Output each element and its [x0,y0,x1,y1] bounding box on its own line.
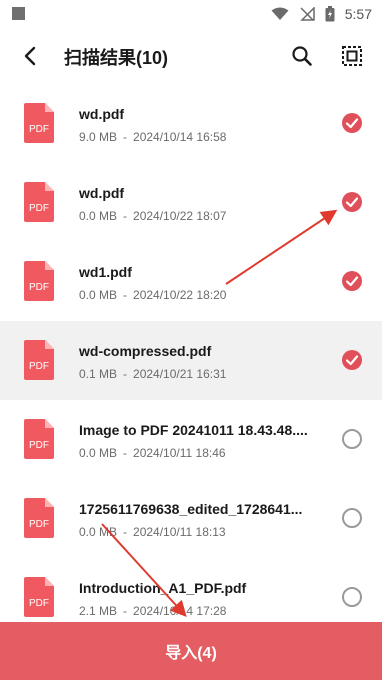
meta-separator: - [123,604,128,618]
battery-charging-icon [325,6,335,22]
pdf-icon-label: PDF [29,124,49,135]
file-meta: 0.1 MB -2024/10/21 16:31 [79,367,226,381]
search-icon [292,46,312,66]
meta-separator: - [123,525,128,539]
checkbox-unchecked[interactable] [342,429,362,449]
page-title: 扫描结果(10) [64,48,169,68]
file-date: 2024/10/21 16:31 [133,367,227,381]
file-meta: 9.0 MB -2024/10/14 16:58 [79,130,226,144]
file-date: 2024/10/11 18:46 [133,446,226,460]
import-button-label: 导入(4) [165,645,217,662]
file-meta: 0.0 MB -2024/10/22 18:20 [79,288,226,302]
file-list[interactable]: PDF wd.pdf 9.0 MB -2024/10/14 16:58 PDF wd.pd… [0,84,382,622]
notification-icon [12,7,25,20]
pdf-file-icon: PDF [24,182,54,222]
pdf-file-icon: PDF [24,577,54,617]
file-size: 0.0 MB [79,209,118,223]
status-time: 5:57 [344,6,372,22]
file-date: 2024/10/14 16:58 [133,130,227,144]
file-row[interactable]: PDF Introduction_A1_PDF.pdf 2.1 MB -2024/10… [0,558,382,622]
meta-separator: - [123,130,128,144]
file-size: 9.0 MB [79,130,118,144]
file-name: Image to PDF 20241011 18.43.48.... [79,422,308,438]
file-size: 2.1 MB [79,604,118,618]
top-app-bar: 扫描结果(10) [0,28,382,84]
no-signal-icon [299,7,315,21]
file-name: Introduction_A1_PDF.pdf [79,580,247,596]
meta-separator: - [123,209,128,223]
file-size: 0.0 MB [79,525,118,539]
file-name: 1725611769638_edited_1728641... [79,501,303,517]
file-size: 0.0 MB [79,288,118,302]
file-meta: 0.0 MB -2024/10/11 18:13 [79,525,226,539]
file-name: wd.pdf [79,106,125,122]
pdf-icon-label: PDF [29,361,49,372]
search-button[interactable] [286,40,318,72]
checkbox-checked[interactable] [342,350,362,370]
status-icons: 5:57 [271,4,372,24]
file-meta: 0.0 MB -2024/10/11 18:46 [79,446,226,460]
import-button[interactable]: 导入(4) [0,622,382,680]
pdf-file-icon: PDF [24,419,54,459]
file-row[interactable]: PDF Image to PDF 20241011 18.43.48.... 0.0… [0,400,382,479]
pdf-icon-label: PDF [29,203,49,214]
checkmark-icon [345,197,359,208]
pdf-icon-label: PDF [29,440,49,451]
checkbox-unchecked[interactable] [342,508,362,528]
pdf-icon-label: PDF [29,282,49,293]
file-date: 2024/10/11 18:13 [133,525,226,539]
meta-separator: - [123,288,128,302]
pdf-file-icon: PDF [24,498,54,538]
back-arrow-icon [24,46,36,66]
file-row[interactable]: PDF 1725611769638_edited_1728641... 0.0 MB… [0,479,382,558]
file-name: wd.pdf [79,185,125,201]
status-bar: 5:57 [0,0,382,28]
pdf-icon-label: PDF [29,519,49,530]
file-date: 2024/10/22 18:20 [133,288,227,302]
pdf-file-icon: PDF [24,261,54,301]
file-name: wd1.pdf [79,264,132,280]
checkbox-checked[interactable] [342,192,362,212]
file-date: 2024/10/22 18:07 [133,209,227,223]
wifi-icon [271,7,289,20]
meta-separator: - [123,367,128,381]
file-meta: 0.0 MB -2024/10/22 18:07 [79,209,226,223]
file-row[interactable]: PDF wd.pdf 0.0 MB -2024/10/22 18:07 [0,163,382,242]
file-meta: 2.1 MB -2024/10/14 17:28 [79,604,226,618]
checkmark-icon [345,355,359,366]
file-size: 0.0 MB [79,446,118,460]
checkmark-icon [345,276,359,287]
file-size: 0.1 MB [79,367,118,381]
pdf-icon-label: PDF [29,598,49,609]
file-row[interactable]: PDF wd.pdf 9.0 MB -2024/10/14 16:58 [0,84,382,163]
file-row[interactable]: PDF wd-compressed.pdf 0.1 MB -2024/10/21 16… [0,321,382,400]
meta-separator: - [123,446,128,460]
select-all-button[interactable] [336,40,368,72]
file-name: wd-compressed.pdf [79,343,212,359]
select-all-icon [342,46,362,66]
checkbox-checked[interactable] [342,271,362,291]
file-row[interactable]: PDF wd1.pdf 0.0 MB -2024/10/22 18:20 [0,242,382,321]
pdf-file-icon: PDF [24,340,54,380]
file-date: 2024/10/14 17:28 [133,604,227,618]
pdf-file-icon: PDF [24,103,54,143]
checkbox-checked[interactable] [342,113,362,133]
checkbox-unchecked[interactable] [342,587,362,607]
back-button[interactable] [14,40,46,72]
checkmark-icon [345,118,359,129]
